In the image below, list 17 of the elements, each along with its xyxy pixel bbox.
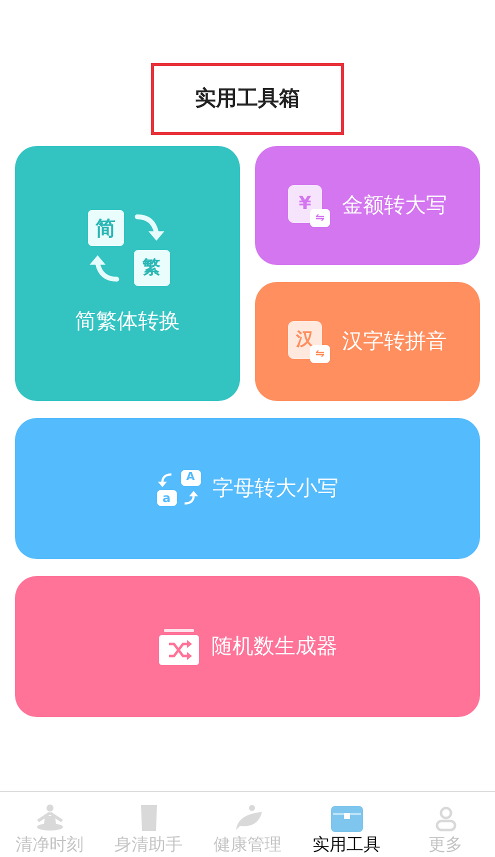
tab-bar-item[interactable]: 实用工具 [297, 792, 396, 857]
tool-card[interactable]: 简 繁 简繁体转换 [15, 146, 240, 401]
tab-bar-item[interactable]: 清净时刻 [0, 792, 99, 857]
uppercase-letter-icon: A [180, 470, 200, 486]
tab-bar-item[interactable]: 身清助手 [99, 792, 198, 857]
shuffle-folder-icon [158, 628, 200, 666]
toolbox-icon [330, 806, 362, 832]
tab-bar-item[interactable]: 更多 [396, 792, 495, 857]
tab-bar-item[interactable]: 健康管理 [198, 792, 297, 857]
cup-icon [140, 804, 158, 832]
simplified-glyph-icon: 简 [88, 210, 124, 246]
tool-card[interactable]: 随机数生成器 [15, 576, 480, 717]
traditional-glyph-icon: 繁 [134, 250, 170, 286]
person-icon [434, 806, 456, 832]
page-title: 实用工具箱 [151, 63, 344, 135]
tool-card[interactable]: A a 字母转大小写 [15, 418, 480, 559]
lowercase-letter-icon: a [156, 490, 176, 506]
